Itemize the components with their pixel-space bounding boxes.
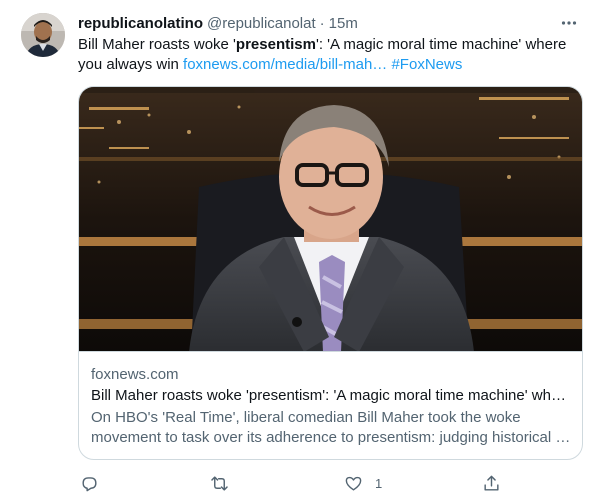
like-icon (345, 476, 362, 491)
retweet-icon (211, 475, 228, 491)
share-button[interactable] (482, 470, 513, 496)
article-link[interactable]: foxnews.com/media/bill-mah… (183, 56, 387, 73)
tweet[interactable]: republicanolatino @republicanolat · 15m … (0, 0, 598, 504)
avatar[interactable] (21, 13, 65, 57)
avatar-image (21, 13, 65, 57)
share-icon (484, 475, 499, 491)
like-count: 1 (375, 475, 383, 491)
tweet-header: republicanolatino @republicanolat · 15m (78, 12, 582, 34)
more-icon[interactable] (558, 12, 580, 34)
retweet-button[interactable] (210, 470, 241, 496)
card-description: On HBO's 'Real Time', liberal comedian B… (91, 409, 571, 446)
reply-icon (82, 476, 97, 491)
card-title: Bill Maher roasts woke 'presentism': 'A … (91, 387, 566, 404)
card-image[interactable] (79, 87, 582, 352)
hashtag-link[interactable]: #FoxNews (391, 56, 462, 73)
timestamp[interactable]: 15m (329, 15, 358, 32)
tweet-text-bold: presentism (235, 36, 316, 53)
reply-button[interactable] (80, 470, 111, 496)
card-text: foxnews.com Bill Maher roasts woke 'pres… (91, 365, 571, 448)
tweet-actions: 1 (78, 470, 538, 496)
separator-dot: · (319, 14, 325, 32)
tweet-text: Bill Maher roasts woke 'presentism': 'A … (78, 35, 583, 75)
card-domain: foxnews.com (91, 366, 179, 383)
like-button[interactable]: 1 (344, 470, 382, 496)
display-name[interactable]: republicanolatino (78, 15, 203, 32)
user-handle[interactable]: @republicanolat (207, 15, 316, 32)
tweet-text-part: Bill Maher roasts woke ' (78, 36, 236, 53)
link-card[interactable]: foxnews.com Bill Maher roasts woke 'pres… (78, 86, 583, 460)
